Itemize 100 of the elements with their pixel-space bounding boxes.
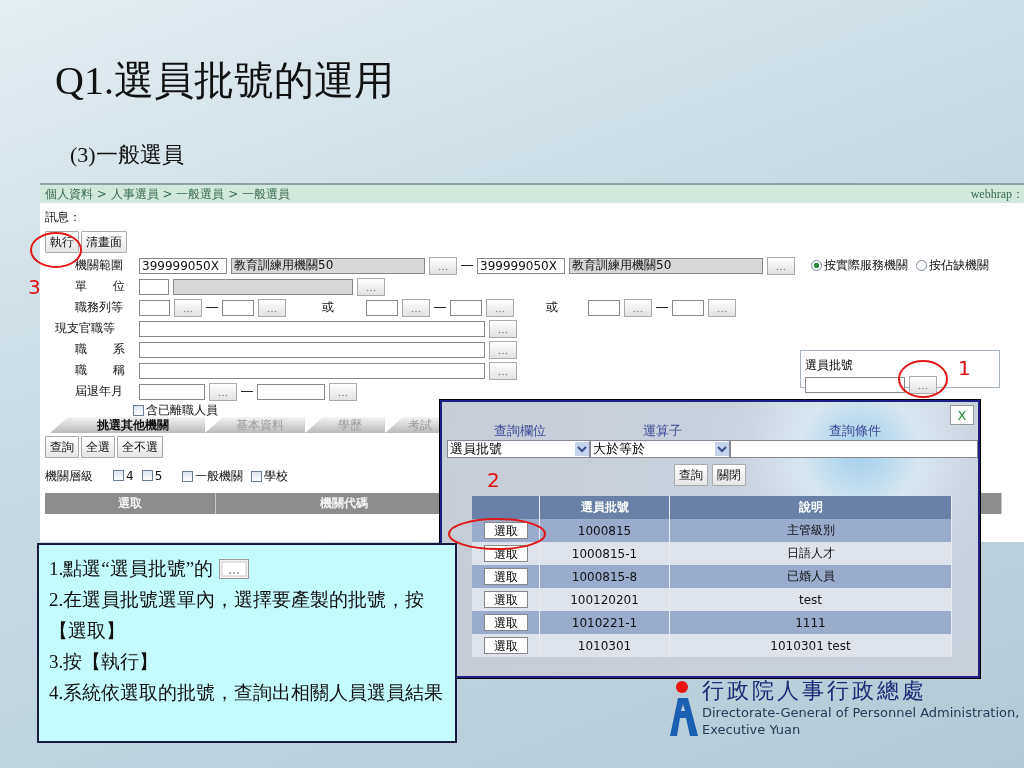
ellipsis-icon xyxy=(918,387,928,390)
operator-dropdown[interactable]: 大於等於 xyxy=(590,440,730,458)
text-field[interactable] xyxy=(139,320,485,337)
field-label: 單位 xyxy=(74,278,125,295)
condition-field[interactable] xyxy=(730,440,978,458)
browse-button[interactable] xyxy=(489,319,517,338)
field-label: 機關範圍 xyxy=(74,257,124,274)
radio-label: 按佔缺機關 xyxy=(929,257,989,274)
step-number: 2 xyxy=(487,468,500,492)
checkbox-label: 含已離職人員 xyxy=(146,401,218,419)
ellipsis-icon xyxy=(498,372,508,376)
browse-button[interactable] xyxy=(258,298,286,317)
ellipsis-icon xyxy=(218,393,228,397)
text-field[interactable] xyxy=(139,299,170,316)
field-label: 運算子 xyxy=(641,422,683,440)
text-field[interactable]: 教育訓練用機關50 xyxy=(569,257,763,274)
or-label: 或 xyxy=(546,299,558,316)
table-cell: 1010301 xyxy=(540,634,670,657)
radio-button[interactable] xyxy=(916,260,927,271)
ellipsis-icon xyxy=(267,309,277,313)
browse-button[interactable] xyxy=(209,382,237,401)
checkbox[interactable] xyxy=(141,470,153,482)
organization-name: 行政院人事行政總處 xyxy=(702,678,928,704)
field-label: 選員批號 xyxy=(805,358,853,372)
field-label: 查詢條件 xyxy=(828,422,882,440)
select-button[interactable]: 選取 xyxy=(483,568,528,585)
browse-button[interactable] xyxy=(708,298,736,317)
field-label: 職務列等 xyxy=(74,299,124,316)
browse-button[interactable] xyxy=(357,277,385,296)
checkbox[interactable] xyxy=(182,471,194,482)
ellipsis-icon xyxy=(411,309,421,313)
highlight-ring xyxy=(898,360,948,398)
browse-button[interactable] xyxy=(624,298,652,317)
ellipsis-icon xyxy=(438,267,448,271)
browse-button[interactable] xyxy=(489,340,517,359)
text-field[interactable] xyxy=(139,341,485,358)
action-button[interactable]: 查詢 xyxy=(45,436,79,458)
checkbox[interactable] xyxy=(113,470,124,482)
text-field[interactable] xyxy=(173,278,353,295)
dialog-button[interactable]: 查詢 xyxy=(674,464,708,486)
text-field[interactable]: 教育訓練用機關50 xyxy=(231,257,425,274)
close-button[interactable]: X xyxy=(950,405,974,425)
or-label: 或 xyxy=(322,299,334,316)
checkbox[interactable] xyxy=(133,404,144,416)
tab[interactable]: 挑選其他機關 xyxy=(50,417,205,433)
field-dropdown[interactable]: 選員批號 xyxy=(447,440,590,458)
select-button[interactable]: 選取 xyxy=(483,591,528,608)
text-field[interactable]: 399999050X xyxy=(139,257,227,274)
text-field[interactable] xyxy=(588,299,620,316)
ellipsis-icon xyxy=(183,309,193,313)
text-field[interactable] xyxy=(222,299,254,316)
select-button[interactable]: 選取 xyxy=(483,637,528,654)
instruction-text: 1.點選“選員批號”的 xyxy=(49,557,214,581)
text-field[interactable] xyxy=(139,383,205,400)
select-button[interactable]: 選取 xyxy=(483,614,528,631)
instruction-text: 4.系統依選取的批號，查詢出相關人員選員結果 xyxy=(49,681,445,705)
text-field[interactable] xyxy=(366,299,398,316)
text-field[interactable] xyxy=(672,299,704,316)
browse-button[interactable] xyxy=(329,382,357,401)
browse-button[interactable] xyxy=(429,256,457,275)
text-field[interactable] xyxy=(257,383,325,400)
dialog-button[interactable]: 關閉 xyxy=(712,464,746,486)
text-field[interactable] xyxy=(139,362,485,379)
breadcrumb: 個人資料 > 人事選員 > 一般選員 > 一般選員 xyxy=(45,185,291,203)
browse-button[interactable] xyxy=(489,361,517,380)
browse-button[interactable] xyxy=(767,256,795,275)
browse-button[interactable] xyxy=(909,376,937,394)
message-label: 訊息： xyxy=(45,210,81,224)
text-field[interactable] xyxy=(139,278,169,295)
action-button[interactable]: 執行 xyxy=(45,231,79,253)
browse-button-icon xyxy=(219,558,250,579)
field-label: 職系 xyxy=(74,341,125,358)
text-field[interactable] xyxy=(805,377,905,393)
browse-button[interactable] xyxy=(486,298,514,317)
column-header: 選取 xyxy=(45,493,216,514)
ellipsis-icon xyxy=(338,393,348,397)
field-label: 屆退年月 xyxy=(74,383,124,400)
action-button[interactable]: 清畫面 xyxy=(81,231,127,253)
step-number: 3 xyxy=(28,275,41,299)
action-button[interactable]: 全不選 xyxy=(117,436,163,458)
ellipsis-icon xyxy=(498,330,508,334)
ellipsis-icon xyxy=(498,351,508,355)
table-cell: 1010301 test xyxy=(670,634,952,657)
chevron-down-icon xyxy=(715,442,729,456)
checkbox-label: 5 xyxy=(154,468,163,483)
ellipsis-icon xyxy=(776,267,786,271)
slide-title: Q1.選員批號的運用 xyxy=(54,57,395,105)
action-button[interactable]: 全選 xyxy=(81,436,115,458)
radio-button[interactable] xyxy=(811,260,822,271)
ellipsis-icon xyxy=(366,288,376,292)
browse-button[interactable] xyxy=(402,298,430,317)
ellipsis-icon xyxy=(495,309,505,313)
checkbox[interactable] xyxy=(251,471,263,482)
text-field[interactable]: 399999050X xyxy=(477,257,565,274)
slide-subtitle: (3)一般選員 xyxy=(69,141,185,169)
browse-button[interactable] xyxy=(174,298,202,317)
instruction-text: 2.在選員批號選單內，選擇要產製的批號，按【選取】 xyxy=(49,588,426,643)
select-button[interactable]: 選取 xyxy=(483,522,528,539)
text-field[interactable] xyxy=(450,299,482,316)
chevron-down-icon xyxy=(575,442,589,456)
